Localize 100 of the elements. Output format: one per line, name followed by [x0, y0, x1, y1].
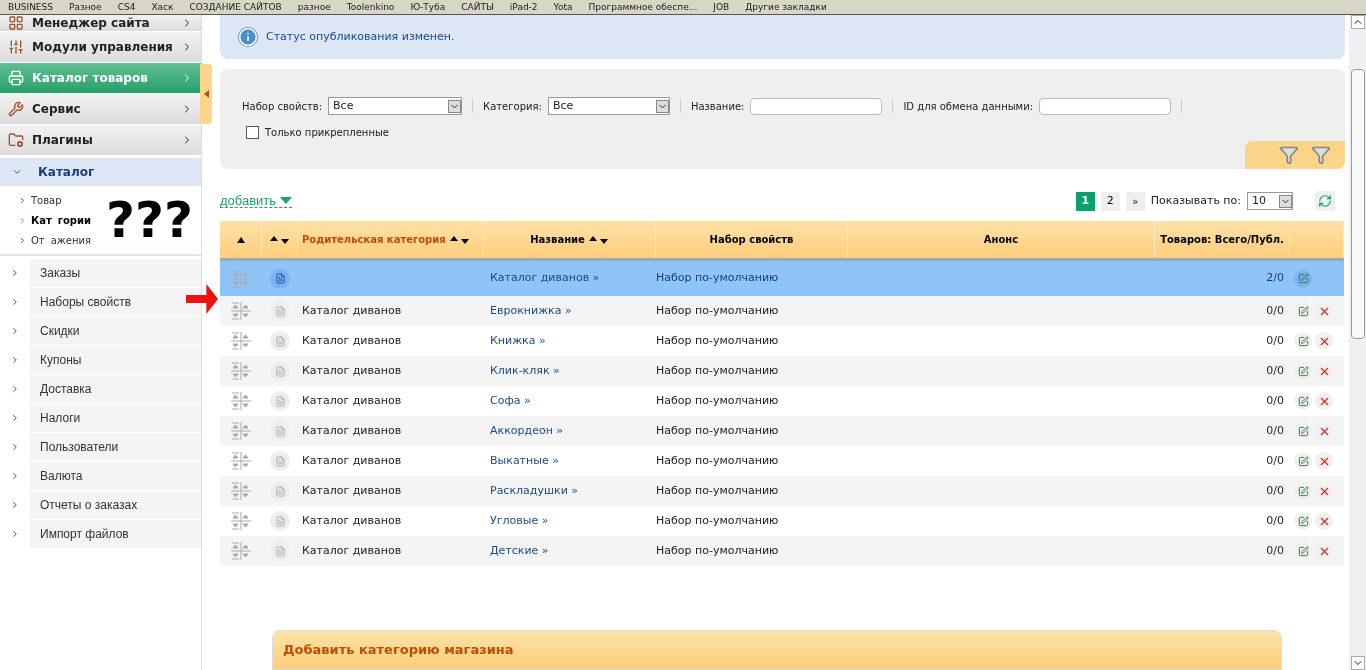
module-menu-item[interactable]: Плагины — [0, 125, 201, 155]
bookmark[interactable]: СОЗДАНИЕ САЙТОВ — [189, 2, 282, 12]
sort-icon[interactable] — [269, 235, 290, 244]
category-link[interactable]: Детские » — [490, 543, 549, 557]
move-icon[interactable] — [231, 332, 251, 350]
sidebar-item[interactable]: Заказы — [0, 259, 201, 288]
pinned-checkbox[interactable] — [246, 126, 259, 139]
sidebar-item[interactable]: Пользователи — [0, 433, 201, 462]
table-row[interactable]: Каталог диванов Еврокнижка » Набор по-умолчанию 0/0 — [220, 296, 1344, 326]
bookmark[interactable]: BUSINESS — [8, 2, 53, 12]
move-icon[interactable] — [231, 512, 251, 530]
exchange-id-input[interactable] — [1039, 97, 1171, 115]
document-icon[interactable] — [270, 268, 290, 289]
table-cell: Набор по-умолчанию — [656, 393, 779, 407]
table-cell: Набор по-умолчанию — [656, 483, 779, 497]
table-row[interactable]: Каталог диванов » Набор по-умолчанию 2/0 — [220, 261, 1344, 296]
category-select[interactable]: Все — [547, 97, 670, 115]
move-icon[interactable] — [231, 482, 251, 500]
bookmark[interactable]: Разное — [69, 2, 102, 12]
category-link[interactable]: Книжка » — [490, 333, 546, 347]
sidebar-item[interactable]: Отчеты о заказах — [0, 491, 201, 520]
category-link[interactable]: Софа » — [490, 393, 531, 407]
category-link[interactable]: Клик-кляк » — [490, 363, 560, 377]
category-link[interactable]: Еврокнижка » — [490, 303, 572, 317]
bookmark[interactable]: Программное обеспе... — [588, 2, 698, 12]
submenu-item[interactable]: Кат — [31, 212, 52, 228]
bookmark[interactable]: Хаск — [151, 2, 174, 12]
edit-icon[interactable] — [1297, 273, 1309, 284]
bookmark[interactable]: Ю-Туба — [410, 2, 446, 12]
sidebar-item[interactable]: Купоны — [0, 346, 201, 375]
document-glyph-icon[interactable] — [274, 273, 286, 284]
table-row[interactable]: Каталог диванов Клик-кляк » Набор по-умолчанию 0/0 — [220, 356, 1344, 386]
scroll-up-icon[interactable] — [1350, 15, 1365, 29]
next-page-button[interactable]: » — [1125, 191, 1145, 211]
category-link[interactable]: Аккордеон » — [490, 423, 564, 437]
column-header[interactable]: Набор свойств — [656, 221, 848, 258]
table-cell: Набор по-умолчанию — [656, 423, 779, 437]
column-header[interactable]: Родительская категория — [298, 221, 484, 258]
table-cell: Набор по-умолчанию — [656, 271, 779, 285]
table-cell: Каталог диванов — [302, 363, 402, 377]
column-header[interactable]: Название — [484, 221, 656, 258]
table-cell: Каталог диванов — [302, 513, 402, 527]
property-set-select[interactable]: Все — [328, 97, 463, 115]
move-icon[interactable] — [231, 302, 251, 320]
submenu-item[interactable]: Товар — [31, 192, 62, 208]
category-link[interactable]: Каталог диванов » — [490, 271, 600, 285]
category-link[interactable]: Раскладушки » — [490, 483, 579, 497]
table-row[interactable]: Каталог диванов Раскладушки » Набор по-умолчанию 0/0 — [220, 476, 1344, 506]
table-cell: Каталог диванов — [302, 303, 402, 317]
submenu-item-fragment[interactable]: ажения — [50, 232, 92, 248]
page-button[interactable]: 2 — [1100, 191, 1120, 211]
add-button[interactable]: добавить — [220, 194, 293, 208]
bookmark[interactable]: Yota — [553, 2, 573, 12]
sidebar-item[interactable]: Скидки — [0, 317, 201, 346]
sidebar-item[interactable]: Импорт файлов — [0, 520, 201, 549]
column-header[interactable]: Анонс — [848, 221, 1155, 258]
caret-icon[interactable] — [280, 196, 293, 205]
scrollbar-thumb[interactable] — [1350, 69, 1365, 339]
table-row[interactable]: Каталог диванов Детские » Набор по-умолчанию 0/0 — [220, 536, 1344, 566]
section-header[interactable]: Каталог — [0, 158, 201, 186]
move-icon[interactable] — [231, 422, 251, 440]
bookmark[interactable]: Toolenkino — [346, 2, 395, 12]
submenu-item-fragment[interactable]: гории — [57, 212, 91, 228]
bookmark[interactable]: iPad-2 — [509, 2, 538, 12]
edit-button[interactable] — [1294, 269, 1312, 288]
sort-icon[interactable] — [588, 235, 609, 244]
module-menu-item[interactable]: Менеджер сайта — [0, 15, 201, 31]
move-icon[interactable] — [231, 392, 251, 410]
sort-up-icon[interactable] — [236, 236, 245, 243]
category-link[interactable]: Выкатные » — [490, 453, 559, 467]
tab-handle[interactable] — [200, 64, 212, 124]
chevron-down-icon — [12, 167, 22, 177]
module-menu-item[interactable]: Сервис — [0, 94, 201, 124]
table-row[interactable]: Каталог диванов Аккордеон » Набор по-умолчанию 0/0 — [220, 416, 1344, 446]
bookmark[interactable]: JOB — [713, 2, 730, 12]
bookmark[interactable]: CS4 — [117, 2, 136, 12]
filter-label: ID для обмена данными: — [903, 99, 1033, 114]
move-icon[interactable] — [231, 362, 251, 380]
collapse-icon[interactable] — [203, 90, 209, 98]
sort-icon[interactable] — [449, 235, 470, 244]
sidebar-item[interactable]: Валюта — [0, 462, 201, 491]
move-icon[interactable] — [231, 452, 251, 470]
move-icon[interactable] — [231, 542, 251, 560]
sidebar-item[interactable]: Налоги — [0, 404, 201, 433]
reset-filter-icon[interactable] — [1311, 145, 1331, 165]
module-menu-item[interactable]: Модули управления — [0, 32, 201, 62]
table-cell: 0/0 — [1266, 303, 1284, 317]
table-cell: 0/0 — [1266, 363, 1284, 377]
sidebar-item[interactable]: Наборы свойств — [0, 288, 201, 317]
category-link[interactable]: Угловые » — [490, 513, 549, 527]
column-header[interactable]: Товаров: Всего/Публ. — [1155, 221, 1290, 258]
name-input[interactable] — [750, 97, 883, 115]
bookmark[interactable]: Другие закладки — [745, 2, 827, 12]
per-page-select[interactable]: 10 — [1247, 192, 1293, 210]
bookmark[interactable]: разное — [297, 2, 331, 12]
bookmark[interactable]: САЙТЫ — [461, 2, 494, 12]
scroll-down-icon[interactable] — [1350, 656, 1365, 670]
sidebar-item[interactable]: Доставка — [0, 375, 201, 404]
submenu-item[interactable]: От — [31, 232, 45, 248]
apply-filter-icon[interactable] — [1279, 145, 1299, 165]
